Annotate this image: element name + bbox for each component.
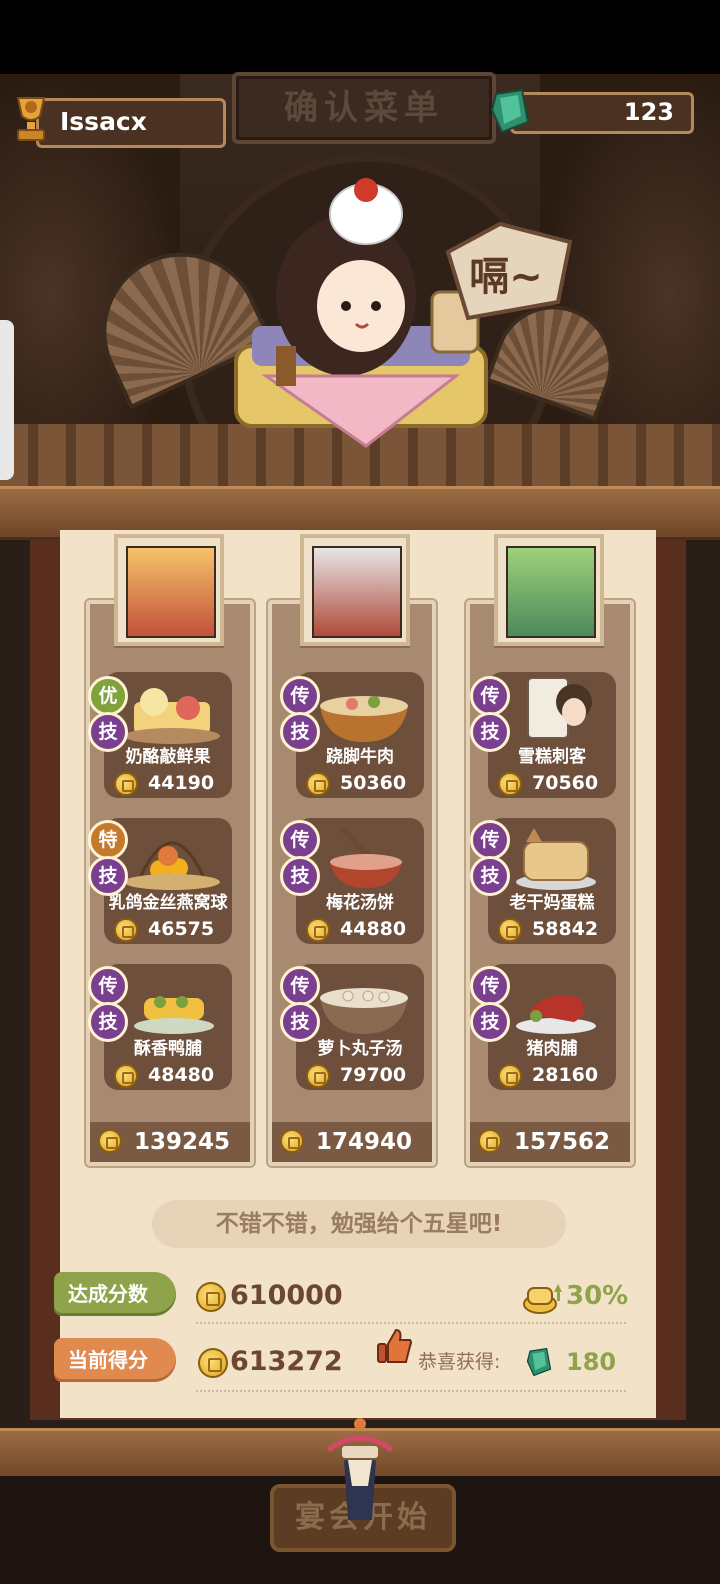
menu-sign: 确认菜单 [232, 72, 496, 144]
coin-icon [498, 1064, 522, 1088]
skill-badge: 技 [88, 712, 128, 752]
coin-icon [306, 918, 330, 942]
dish-image [516, 828, 596, 890]
target-score-label: 达成分数 [54, 1272, 176, 1316]
dish-image [527, 677, 592, 739]
bonus-coin-bag-icon [523, 1284, 562, 1314]
coin-icon [306, 1064, 330, 1088]
trophy-icon [16, 97, 46, 141]
review-comment: 不错不错，勉强给个五星吧! [152, 1200, 566, 1248]
dish-image [134, 996, 214, 1034]
dish-name: 猪肉脯 [526, 1039, 578, 1059]
skill-badge: 技 [280, 712, 320, 752]
coin-icon [114, 1064, 138, 1088]
column-total-value: 174940 [316, 1129, 413, 1155]
dish-price: 50360 [340, 772, 407, 794]
grade-badge: 传 [280, 966, 320, 1006]
dish-price: 70560 [532, 772, 599, 794]
skill-badge: 技 [470, 712, 510, 752]
column-total-value: 139245 [134, 1129, 231, 1155]
dish-name: 萝卜丸子汤 [317, 1039, 403, 1059]
skill-badge: 技 [280, 1002, 320, 1042]
chef-portrait-3[interactable] [494, 534, 604, 646]
current-score-value: 613272 [230, 1346, 343, 1377]
chef-avatar [506, 546, 596, 638]
dish-price: 44880 [340, 918, 407, 940]
dish-name: 雪糕刺客 [518, 747, 586, 767]
speech-bubble: 嗝~ [438, 222, 574, 322]
dish-price: 28160 [532, 1064, 599, 1086]
coin-icon [306, 772, 330, 796]
reward-value: 180 [566, 1348, 617, 1376]
chef-portrait-1[interactable] [114, 534, 224, 646]
column-total: 157562 [470, 1122, 630, 1162]
dish-image [330, 825, 402, 888]
coin-icon [478, 1129, 502, 1153]
divider [196, 1390, 626, 1392]
divider [196, 1322, 626, 1324]
reward-label: 恭喜获得: [418, 1351, 501, 1373]
character-illustration [234, 178, 488, 448]
page-title: 确认菜单 [284, 88, 444, 128]
dish-image [124, 688, 220, 744]
status-bar [0, 0, 720, 74]
dish-price: 79700 [340, 1064, 407, 1086]
coin-icon [114, 918, 138, 942]
dish-image [516, 995, 596, 1034]
dish-image [320, 696, 408, 742]
player-info[interactable]: Issacx [6, 92, 226, 148]
grade-badge: 传 [470, 820, 510, 860]
chef-avatar [312, 546, 402, 638]
dish-name: 老干妈蛋糕 [509, 893, 595, 913]
thumbs-up-icon [377, 1328, 412, 1363]
column-total-value: 157562 [514, 1129, 611, 1155]
dish-name: 奶酪敲鲜果 [125, 747, 211, 767]
skill-badge: 技 [88, 1002, 128, 1042]
dish-image [320, 988, 408, 1034]
gem-counter[interactable]: 123 [488, 86, 694, 136]
skill-badge: 技 [280, 856, 320, 896]
skill-badge: 技 [470, 1002, 510, 1042]
column-total: 174940 [272, 1122, 432, 1162]
coin-icon [498, 772, 522, 796]
grade-badge: 传 [280, 820, 320, 860]
gem-count: 123 [623, 98, 674, 126]
target-score-value: 610000 [230, 1280, 343, 1311]
current-score-label: 当前得分 [54, 1338, 176, 1382]
speech-text: 嗝~ [469, 254, 543, 300]
player-name: Issacx [60, 107, 147, 136]
coin-icon [198, 1348, 228, 1378]
grade-badge: 传 [88, 966, 128, 1006]
dish-name: 酥香鸭脯 [134, 1039, 202, 1059]
skill-badge: 技 [470, 856, 510, 896]
dish-image [124, 841, 220, 890]
tassel-ornament-icon [326, 1418, 394, 1520]
coin-icon [196, 1282, 226, 1312]
dish-name: 梅花汤饼 [326, 893, 394, 913]
grade-badge: 传 [470, 676, 510, 716]
chef-portrait-2[interactable] [300, 534, 410, 646]
column-total: 139245 [90, 1122, 250, 1162]
dish-name: 跷脚牛肉 [326, 747, 394, 767]
grade-badge: 特 [88, 820, 128, 860]
jade-gem-icon [490, 88, 530, 134]
coin-icon [114, 772, 138, 796]
bonus-percent: 30% [566, 1281, 629, 1311]
coin-icon [498, 918, 522, 942]
side-tab[interactable] [0, 320, 14, 480]
dish-price: 44190 [148, 772, 215, 794]
dish-name: 乳鸽金丝燕窝球 [108, 893, 228, 913]
coin-icon [280, 1129, 304, 1153]
grade-badge: 优 [88, 676, 128, 716]
chef-avatar [126, 546, 216, 638]
dish-price: 48480 [148, 1064, 215, 1086]
grade-badge: 传 [470, 966, 510, 1006]
grade-badge: 传 [280, 676, 320, 716]
dish-price: 58842 [532, 918, 599, 940]
jade-gem-icon [526, 1347, 552, 1377]
dish-price: 46575 [148, 918, 215, 940]
coin-icon [98, 1129, 122, 1153]
skill-badge: 技 [88, 856, 128, 896]
